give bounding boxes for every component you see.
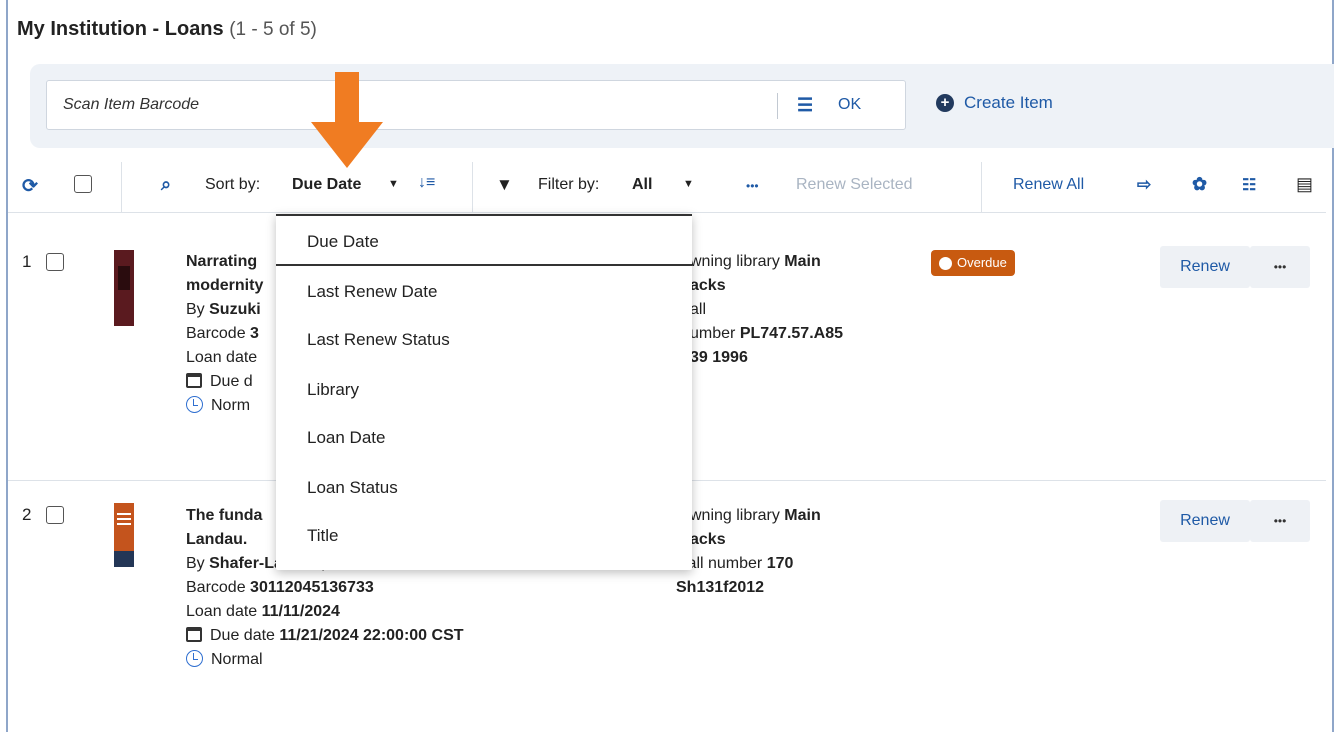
chevron-down-icon[interactable]: ▼: [388, 178, 399, 190]
settings-icon[interactable]: ✿: [1192, 174, 1207, 195]
location-stacks: acks: [690, 531, 726, 548]
due-date-label: Due date: [210, 627, 275, 644]
calendar-icon: [186, 627, 202, 642]
location-stacks: acks: [690, 277, 726, 294]
loans-toolbar: ⟳ ⌕ Sort by: Due Date ▼ ↓≡ ▼ Filter by: …: [0, 162, 1334, 212]
scan-placeholder: Scan Item Barcode: [63, 96, 200, 113]
filter-icon[interactable]: ▼: [496, 175, 513, 195]
sort-option-loan-date[interactable]: Loan Date: [307, 428, 385, 448]
item-author: Suzuki: [209, 301, 261, 318]
overdue-icon: [939, 256, 952, 270]
input-divider: [777, 93, 778, 119]
by-label: By: [186, 301, 205, 318]
filter-by-label: Filter by:: [538, 176, 600, 193]
by-label: By: [186, 555, 205, 572]
create-item-label: Create Item: [964, 93, 1053, 112]
location-details: wning library Main acks Call number 170 …: [676, 504, 821, 600]
renew-selected-button[interactable]: Renew Selected: [796, 176, 913, 194]
sort-direction-icon[interactable]: ↓≡: [418, 174, 435, 192]
owning-library-value: Main: [784, 507, 821, 524]
sort-by-label: Sort by:: [205, 176, 261, 193]
item-barcode: 30112045136733: [250, 579, 374, 596]
selected-option-underline: [276, 264, 692, 266]
item-title[interactable]: Narrating: [186, 253, 257, 270]
refresh-icon[interactable]: ⟳: [22, 175, 38, 198]
loan-status: Norm: [211, 397, 251, 414]
loan-status: Normal: [211, 651, 263, 668]
columns-icon[interactable]: ▤: [1296, 174, 1313, 195]
search-icon[interactable]: ⌕: [161, 174, 171, 195]
more-actions-icon[interactable]: •••: [746, 179, 759, 193]
sort-option-title[interactable]: Title: [307, 526, 339, 546]
ok-button[interactable]: OK: [838, 96, 861, 114]
row-more-button[interactable]: •••: [1250, 246, 1310, 288]
call-number-cont: 39 1996: [690, 349, 748, 366]
calendar-icon: [186, 373, 202, 388]
page-title-text: My Institution - Loans: [17, 18, 224, 40]
top-instruction-fragment: [0, 0, 1334, 6]
list-icon[interactable]: ☰: [797, 95, 813, 116]
loan-item-details: Narrating modernity By Suzuki Barcode 3 …: [186, 250, 263, 418]
row-checkbox[interactable]: [46, 506, 64, 529]
book-cover-image: [114, 503, 134, 567]
results-count: (1 - 5 of 5): [229, 19, 317, 40]
barcode-label: Barcode: [186, 325, 246, 342]
owning-library-label: wning library: [690, 253, 780, 270]
row-checkbox[interactable]: [46, 253, 64, 276]
list-view-icon[interactable]: ☷: [1242, 175, 1256, 195]
clock-icon: [186, 650, 203, 667]
location-details: wning library Main acks all umber PL747.…: [690, 250, 843, 370]
call-number-value: PL747.57.A85: [739, 325, 843, 342]
row-more-button[interactable]: •••: [1250, 500, 1310, 542]
sort-option-due-date[interactable]: Due Date: [307, 232, 379, 252]
window-border-left: [6, 0, 8, 732]
page-title: My Institution - Loans (1 - 5 of 5): [17, 18, 317, 41]
call-label: all: [690, 301, 707, 318]
toolbar-divider: [121, 162, 122, 212]
renew-all-button[interactable]: Renew All: [1013, 176, 1084, 194]
filter-by-dropdown[interactable]: All: [632, 176, 652, 194]
overdue-badge: Overdue: [931, 250, 1015, 276]
sort-by-menu: Due Date Last Renew Date Last Renew Stat…: [276, 214, 692, 570]
export-icon[interactable]: ⇨: [1137, 175, 1151, 195]
sort-option-last-renew-date[interactable]: Last Renew Date: [307, 282, 437, 302]
call-number-label: umber: [690, 325, 736, 342]
clock-icon: [186, 396, 203, 413]
divider: [8, 212, 1326, 213]
row-number: 1: [22, 252, 32, 271]
sort-by-dropdown[interactable]: Due Date: [292, 176, 361, 194]
owning-library-label: wning library: [690, 507, 780, 524]
renew-button[interactable]: Renew: [1160, 500, 1250, 542]
toolbar-divider: [981, 162, 982, 212]
item-title[interactable]: The funda: [186, 507, 262, 524]
item-barcode: 3: [250, 325, 259, 342]
loan-date-value: 11/11/2024: [261, 603, 340, 620]
menu-top-border: [276, 214, 692, 216]
item-title-cont: modernity: [186, 277, 264, 294]
plus-circle-icon: +: [936, 94, 954, 112]
call-number-value: 170: [766, 555, 794, 572]
due-date-value: 11/21/2024 22:00:00 CST: [279, 627, 464, 644]
loan-date-label: Loan date: [186, 603, 258, 620]
overdue-label: Overdue: [957, 255, 1007, 270]
book-cover-image: [114, 250, 134, 326]
scan-barcode-input[interactable]: Scan Item Barcode ☰ OK: [46, 80, 906, 130]
orange-arrow-annotation: [311, 72, 383, 168]
chevron-down-icon[interactable]: ▼: [683, 178, 694, 190]
renew-button[interactable]: Renew: [1160, 246, 1250, 288]
sort-option-library[interactable]: Library: [307, 380, 359, 400]
call-number-cont: Sh131f2012: [676, 579, 765, 596]
select-all-checkbox[interactable]: [74, 175, 92, 198]
sort-option-loan-status[interactable]: Loan Status: [307, 478, 398, 498]
owning-library-value: Main: [784, 253, 821, 270]
create-item-button[interactable]: + Create Item: [936, 93, 1053, 113]
loan-date-label: Loan date: [186, 349, 258, 366]
due-date-label: Due d: [210, 373, 253, 390]
row-number: 2: [22, 505, 32, 524]
item-title-cont: Landau.: [186, 531, 248, 548]
sort-option-last-renew-status[interactable]: Last Renew Status: [307, 330, 450, 350]
barcode-label: Barcode: [186, 579, 246, 596]
toolbar-divider: [472, 162, 473, 212]
